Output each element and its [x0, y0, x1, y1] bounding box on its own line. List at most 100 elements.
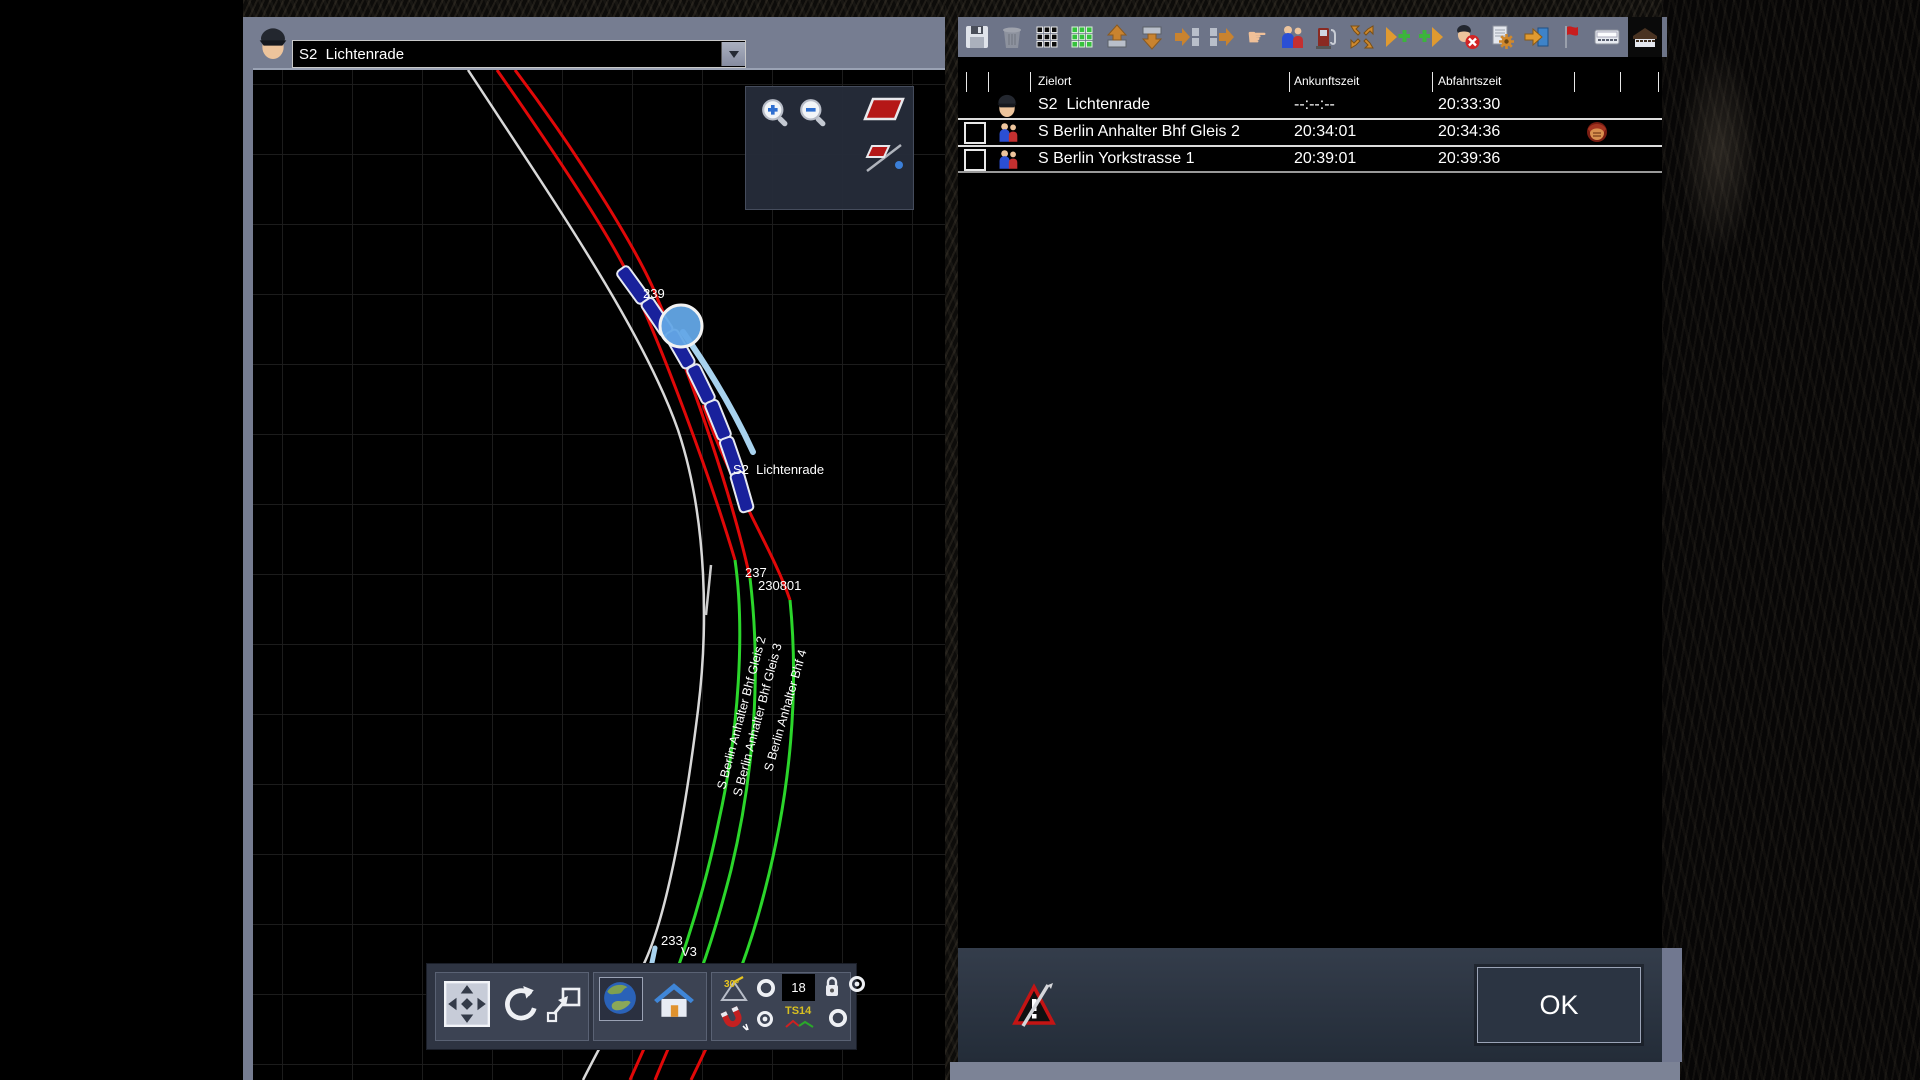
raise-button[interactable] [1103, 17, 1131, 57]
ts14-radio[interactable] [827, 1007, 849, 1029]
grid-size-value[interactable]: 18 [782, 974, 815, 1001]
dropdown-arrow-button[interactable] [721, 42, 745, 66]
service-selector-value: S2 Lichtenrade [293, 46, 721, 63]
save-button[interactable] [963, 17, 991, 57]
column-separator [1289, 72, 1290, 92]
row-abfahrtszeit: 20:33:30 [1438, 96, 1500, 114]
bottom-bar [950, 1062, 1680, 1080]
service-settings-button[interactable] [1488, 17, 1516, 57]
expand-button[interactable] [1348, 17, 1376, 57]
angle-snap-radio[interactable] [755, 977, 777, 999]
add-service-front-button[interactable] [1383, 17, 1411, 57]
angle-snap-icon[interactable]: 30° [719, 975, 749, 1003]
grid-size-text: 18 [791, 980, 805, 995]
zoom-out-icon[interactable] [798, 97, 830, 129]
ok-button[interactable]: OK [1477, 967, 1641, 1043]
column-separator [1030, 72, 1031, 92]
insert-button[interactable] [1173, 17, 1201, 57]
chevron-down-icon [729, 51, 739, 58]
insert-right-icon [1174, 24, 1200, 50]
globe-icon[interactable] [602, 980, 638, 1016]
confirm-dialog: OK [958, 948, 1662, 1062]
free-move-tool-icon[interactable] [545, 986, 583, 1024]
table-row[interactable]: S2 Lichtenrade --:--:-- 20:33:30 [958, 93, 1662, 118]
portal-button[interactable] [1523, 17, 1551, 57]
home-icon[interactable] [653, 981, 695, 1019]
column-header-abfahrtszeit[interactable]: Abfahrtszeit [1438, 74, 1501, 88]
depot-button[interactable] [1628, 17, 1662, 57]
selection-circle[interactable] [660, 305, 702, 347]
rotate-tool-icon[interactable] [499, 985, 539, 1025]
grid-icon [1034, 24, 1060, 50]
passengers-icon [997, 149, 1019, 170]
track-map-canvas: 239 S2 Lichtenrade 237 230801 233 V3 S B… [253, 70, 945, 1080]
table-row[interactable]: S Berlin Anhalter Bhf Gleis 2 20:34:01 2… [958, 120, 1662, 145]
column-header-ankunftszeit[interactable]: Ankunftszeit [1294, 74, 1359, 88]
service-selector[interactable]: S2 Lichtenrade [292, 40, 746, 68]
passengers-icon [997, 122, 1019, 143]
marker-large-icon[interactable] [861, 93, 907, 125]
lower-button[interactable] [1138, 17, 1166, 57]
remove-driver-icon [1454, 24, 1480, 50]
dialog-side-strip [1662, 948, 1682, 1062]
scene-background-gap [945, 0, 958, 1080]
fuel-button[interactable] [1313, 17, 1341, 57]
column-separator [1620, 72, 1621, 92]
row-abfahrtszeit: 20:39:36 [1438, 150, 1500, 168]
pointing-hand-icon: ☛ [1247, 26, 1268, 49]
ts14-label: TS14 [785, 1006, 819, 1017]
grid-colored-view-button[interactable] [1068, 17, 1096, 57]
console-icon [1594, 24, 1620, 50]
marker-small-icon[interactable] [863, 139, 905, 175]
trash-icon [999, 24, 1025, 50]
track-id-230801: 230801 [758, 578, 801, 593]
arrow-up-box-icon [1104, 24, 1130, 50]
ts14-snap-icon[interactable]: TS14 [785, 1006, 819, 1032]
table-row[interactable]: S Berlin Yorkstrasse 1 20:39:01 20:39:36 [958, 147, 1662, 172]
expand-arrows-icon [1349, 24, 1375, 50]
column-header-zielort[interactable]: Zielort [1038, 74, 1071, 88]
depot-icon [1632, 24, 1658, 50]
grid-colored-icon [1069, 24, 1095, 50]
flag-button[interactable] [1558, 17, 1586, 57]
angle-snap-label: 30° [724, 979, 739, 990]
track-map[interactable]: 239 S2 Lichtenrade 237 230801 233 V3 S B… [253, 70, 945, 1080]
console-button[interactable] [1593, 17, 1621, 57]
passengers-button[interactable] [1278, 17, 1306, 57]
row-ankunftszeit: 20:34:01 [1294, 123, 1356, 141]
row-checkbox[interactable] [964, 149, 986, 171]
track-id-233: 233 [661, 933, 683, 948]
extract-button[interactable] [1208, 17, 1236, 57]
map-toolbar: 30° 18 [426, 963, 857, 1050]
zoom-in-icon[interactable] [760, 97, 792, 129]
move-tool-icon[interactable] [444, 981, 490, 1027]
portal-icon [1524, 24, 1550, 50]
scene-background-right [1662, 0, 1920, 1080]
add-front-icon [1384, 24, 1410, 50]
magnet-snap-radio[interactable] [755, 1009, 775, 1029]
editor-toolbar: ☛ [958, 17, 1667, 57]
lock-radio[interactable] [847, 974, 867, 994]
train-number-label: 239 [643, 286, 665, 301]
platform-marker [706, 565, 711, 615]
row-zielort: S Berlin Anhalter Bhf Gleis 2 [1038, 123, 1240, 141]
delete-button[interactable] [998, 17, 1026, 57]
driver-icon [995, 93, 1019, 118]
train-car[interactable] [730, 471, 754, 513]
row-ankunftszeit: 20:39:01 [1294, 150, 1356, 168]
add-back-icon [1419, 24, 1445, 50]
warning-icon [1012, 982, 1056, 1028]
grid-view-button[interactable] [1033, 17, 1061, 57]
magnet-snap-icon[interactable] [717, 1004, 749, 1034]
pointer-button[interactable]: ☛ [1243, 17, 1271, 57]
row-checkbox[interactable] [964, 122, 986, 144]
timetable-panel: ☛ [958, 17, 1662, 1080]
add-service-back-button[interactable] [1418, 17, 1446, 57]
column-separator [966, 72, 967, 92]
lock-icon[interactable] [823, 973, 841, 1001]
column-separator [1658, 72, 1659, 92]
route-label: S2 Lichtenrade [733, 462, 824, 477]
conductor-face-icon [1586, 121, 1608, 143]
remove-driver-button[interactable] [1453, 17, 1481, 57]
row-abfahrtszeit: 20:34:36 [1438, 123, 1500, 141]
